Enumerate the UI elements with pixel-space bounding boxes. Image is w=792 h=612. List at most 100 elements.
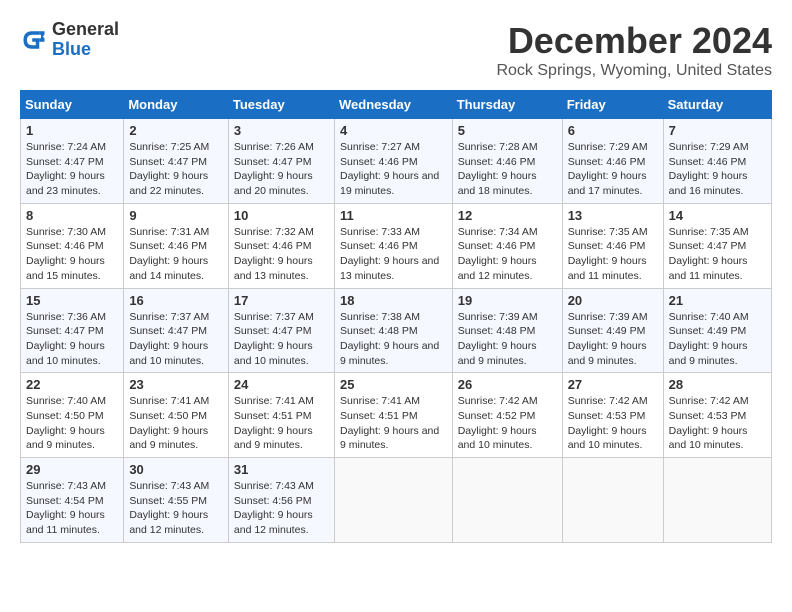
day-number: 16 — [129, 293, 223, 308]
day-detail: Sunrise: 7:43 AM Sunset: 4:56 PM Dayligh… — [234, 479, 329, 538]
logo: General Blue — [20, 20, 119, 60]
day-number: 9 — [129, 208, 223, 223]
day-number: 12 — [458, 208, 557, 223]
calendar-cell: 5 Sunrise: 7:28 AM Sunset: 4:46 PM Dayli… — [452, 119, 562, 204]
day-detail: Sunrise: 7:30 AM Sunset: 4:46 PM Dayligh… — [26, 225, 118, 284]
day-detail: Sunrise: 7:41 AM Sunset: 4:51 PM Dayligh… — [234, 394, 329, 453]
day-detail: Sunrise: 7:27 AM Sunset: 4:46 PM Dayligh… — [340, 140, 447, 199]
calendar-cell — [452, 458, 562, 543]
calendar-cell: 7 Sunrise: 7:29 AM Sunset: 4:46 PM Dayli… — [663, 119, 771, 204]
day-number: 18 — [340, 293, 447, 308]
day-number: 8 — [26, 208, 118, 223]
calendar-cell — [663, 458, 771, 543]
day-number: 23 — [129, 377, 223, 392]
calendar-cell: 24 Sunrise: 7:41 AM Sunset: 4:51 PM Dayl… — [228, 373, 334, 458]
calendar-cell: 22 Sunrise: 7:40 AM Sunset: 4:50 PM Dayl… — [21, 373, 124, 458]
calendar-table: SundayMondayTuesdayWednesdayThursdayFrid… — [20, 90, 772, 543]
day-header-tuesday: Tuesday — [228, 91, 334, 119]
day-detail: Sunrise: 7:26 AM Sunset: 4:47 PM Dayligh… — [234, 140, 329, 199]
calendar-cell: 10 Sunrise: 7:32 AM Sunset: 4:46 PM Dayl… — [228, 203, 334, 288]
day-number: 19 — [458, 293, 557, 308]
day-number: 3 — [234, 123, 329, 138]
day-detail: Sunrise: 7:28 AM Sunset: 4:46 PM Dayligh… — [458, 140, 557, 199]
calendar-cell: 8 Sunrise: 7:30 AM Sunset: 4:46 PM Dayli… — [21, 203, 124, 288]
day-detail: Sunrise: 7:42 AM Sunset: 4:53 PM Dayligh… — [568, 394, 658, 453]
day-header-wednesday: Wednesday — [334, 91, 452, 119]
day-detail: Sunrise: 7:40 AM Sunset: 4:49 PM Dayligh… — [669, 310, 766, 369]
day-number: 30 — [129, 462, 223, 477]
day-detail: Sunrise: 7:24 AM Sunset: 4:47 PM Dayligh… — [26, 140, 118, 199]
calendar-week-row: 8 Sunrise: 7:30 AM Sunset: 4:46 PM Dayli… — [21, 203, 772, 288]
calendar-cell: 14 Sunrise: 7:35 AM Sunset: 4:47 PM Dayl… — [663, 203, 771, 288]
day-number: 28 — [669, 377, 766, 392]
day-number: 22 — [26, 377, 118, 392]
day-header-sunday: Sunday — [21, 91, 124, 119]
calendar-cell: 31 Sunrise: 7:43 AM Sunset: 4:56 PM Dayl… — [228, 458, 334, 543]
calendar-cell: 21 Sunrise: 7:40 AM Sunset: 4:49 PM Dayl… — [663, 288, 771, 373]
calendar-cell: 13 Sunrise: 7:35 AM Sunset: 4:46 PM Dayl… — [562, 203, 663, 288]
day-number: 14 — [669, 208, 766, 223]
day-detail: Sunrise: 7:32 AM Sunset: 4:46 PM Dayligh… — [234, 225, 329, 284]
day-detail: Sunrise: 7:41 AM Sunset: 4:51 PM Dayligh… — [340, 394, 447, 453]
day-detail: Sunrise: 7:43 AM Sunset: 4:54 PM Dayligh… — [26, 479, 118, 538]
calendar-cell: 26 Sunrise: 7:42 AM Sunset: 4:52 PM Dayl… — [452, 373, 562, 458]
logo-icon — [20, 26, 48, 54]
calendar-cell: 15 Sunrise: 7:36 AM Sunset: 4:47 PM Dayl… — [21, 288, 124, 373]
calendar-cell: 9 Sunrise: 7:31 AM Sunset: 4:46 PM Dayli… — [124, 203, 229, 288]
day-number: 26 — [458, 377, 557, 392]
calendar-cell: 2 Sunrise: 7:25 AM Sunset: 4:47 PM Dayli… — [124, 119, 229, 204]
day-detail: Sunrise: 7:40 AM Sunset: 4:50 PM Dayligh… — [26, 394, 118, 453]
day-header-thursday: Thursday — [452, 91, 562, 119]
calendar-cell — [562, 458, 663, 543]
day-detail: Sunrise: 7:29 AM Sunset: 4:46 PM Dayligh… — [568, 140, 658, 199]
calendar-cell: 11 Sunrise: 7:33 AM Sunset: 4:46 PM Dayl… — [334, 203, 452, 288]
day-number: 29 — [26, 462, 118, 477]
calendar-subtitle: Rock Springs, Wyoming, United States — [496, 62, 772, 80]
calendar-week-row: 15 Sunrise: 7:36 AM Sunset: 4:47 PM Dayl… — [21, 288, 772, 373]
day-detail: Sunrise: 7:33 AM Sunset: 4:46 PM Dayligh… — [340, 225, 447, 284]
day-number: 13 — [568, 208, 658, 223]
calendar-week-row: 29 Sunrise: 7:43 AM Sunset: 4:54 PM Dayl… — [21, 458, 772, 543]
day-detail: Sunrise: 7:35 AM Sunset: 4:46 PM Dayligh… — [568, 225, 658, 284]
calendar-title: December 2024 — [496, 20, 772, 62]
day-number: 10 — [234, 208, 329, 223]
day-detail: Sunrise: 7:36 AM Sunset: 4:47 PM Dayligh… — [26, 310, 118, 369]
calendar-cell: 1 Sunrise: 7:24 AM Sunset: 4:47 PM Dayli… — [21, 119, 124, 204]
title-area: December 2024 Rock Springs, Wyoming, Uni… — [496, 20, 772, 80]
calendar-header-row: SundayMondayTuesdayWednesdayThursdayFrid… — [21, 91, 772, 119]
day-number: 4 — [340, 123, 447, 138]
day-detail: Sunrise: 7:43 AM Sunset: 4:55 PM Dayligh… — [129, 479, 223, 538]
calendar-cell: 4 Sunrise: 7:27 AM Sunset: 4:46 PM Dayli… — [334, 119, 452, 204]
day-detail: Sunrise: 7:37 AM Sunset: 4:47 PM Dayligh… — [234, 310, 329, 369]
day-number: 11 — [340, 208, 447, 223]
calendar-cell: 23 Sunrise: 7:41 AM Sunset: 4:50 PM Dayl… — [124, 373, 229, 458]
calendar-cell — [334, 458, 452, 543]
day-number: 25 — [340, 377, 447, 392]
day-detail: Sunrise: 7:29 AM Sunset: 4:46 PM Dayligh… — [669, 140, 766, 199]
day-number: 2 — [129, 123, 223, 138]
day-number: 31 — [234, 462, 329, 477]
day-number: 27 — [568, 377, 658, 392]
day-number: 21 — [669, 293, 766, 308]
day-detail: Sunrise: 7:39 AM Sunset: 4:48 PM Dayligh… — [458, 310, 557, 369]
calendar-cell: 12 Sunrise: 7:34 AM Sunset: 4:46 PM Dayl… — [452, 203, 562, 288]
day-detail: Sunrise: 7:31 AM Sunset: 4:46 PM Dayligh… — [129, 225, 223, 284]
day-number: 17 — [234, 293, 329, 308]
day-detail: Sunrise: 7:41 AM Sunset: 4:50 PM Dayligh… — [129, 394, 223, 453]
calendar-cell: 29 Sunrise: 7:43 AM Sunset: 4:54 PM Dayl… — [21, 458, 124, 543]
day-detail: Sunrise: 7:42 AM Sunset: 4:52 PM Dayligh… — [458, 394, 557, 453]
calendar-cell: 6 Sunrise: 7:29 AM Sunset: 4:46 PM Dayli… — [562, 119, 663, 204]
calendar-cell: 16 Sunrise: 7:37 AM Sunset: 4:47 PM Dayl… — [124, 288, 229, 373]
day-detail: Sunrise: 7:39 AM Sunset: 4:49 PM Dayligh… — [568, 310, 658, 369]
calendar-cell: 3 Sunrise: 7:26 AM Sunset: 4:47 PM Dayli… — [228, 119, 334, 204]
day-header-monday: Monday — [124, 91, 229, 119]
day-header-saturday: Saturday — [663, 91, 771, 119]
day-detail: Sunrise: 7:25 AM Sunset: 4:47 PM Dayligh… — [129, 140, 223, 199]
day-detail: Sunrise: 7:34 AM Sunset: 4:46 PM Dayligh… — [458, 225, 557, 284]
logo-text: General Blue — [52, 20, 119, 60]
day-detail: Sunrise: 7:37 AM Sunset: 4:47 PM Dayligh… — [129, 310, 223, 369]
day-number: 1 — [26, 123, 118, 138]
calendar-cell: 18 Sunrise: 7:38 AM Sunset: 4:48 PM Dayl… — [334, 288, 452, 373]
calendar-cell: 30 Sunrise: 7:43 AM Sunset: 4:55 PM Dayl… — [124, 458, 229, 543]
day-number: 5 — [458, 123, 557, 138]
